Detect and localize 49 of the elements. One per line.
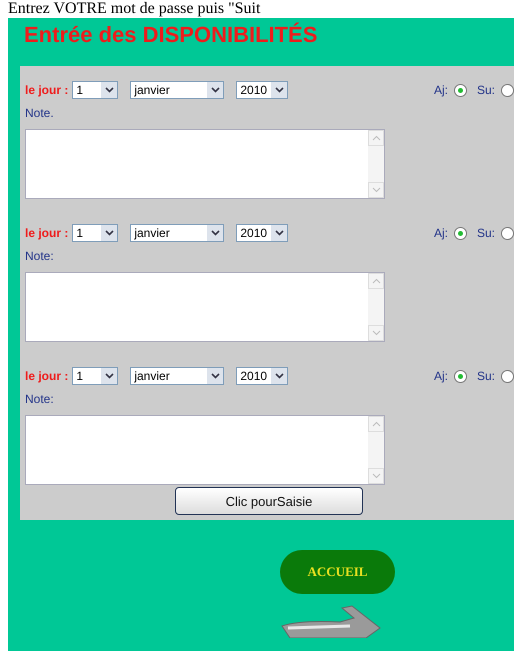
submit-button[interactable]: Clic pourSaisie: [175, 487, 363, 515]
caret-icon: [210, 230, 220, 236]
note-field[interactable]: [25, 272, 385, 342]
field-label: le jour :: [25, 83, 68, 97]
radio-label: Aj:: [434, 369, 448, 383]
radio-label: Aj:: [434, 83, 448, 97]
radio-button[interactable]: [501, 84, 514, 96]
radio-label: Su:: [476, 83, 495, 97]
form-title: Entrée des DISPONIBILITÉS: [23, 21, 318, 49]
radio-button[interactable]: [454, 84, 467, 96]
radio-label: Su:: [476, 369, 495, 383]
caret-icon: [104, 230, 114, 236]
caret-icon: [210, 87, 220, 93]
caret-icon: [104, 373, 114, 379]
dropdown[interactable]: 2010: [236, 224, 288, 242]
dropdown[interactable]: 1: [72, 81, 118, 99]
caret-icon: [274, 373, 284, 379]
dropdown[interactable]: 1: [72, 224, 118, 242]
radio-label: Aj:: [434, 226, 448, 240]
scroll-down-icon[interactable]: [372, 330, 380, 336]
radio-button[interactable]: [501, 370, 514, 382]
radio-button[interactable]: [454, 226, 467, 240]
caret-icon: [104, 87, 114, 93]
caret-icon: [274, 87, 284, 93]
scroll-down-icon[interactable]: [372, 473, 380, 479]
note-field[interactable]: [25, 415, 385, 485]
dropdown[interactable]: 2010: [236, 367, 288, 385]
field-label: Note:: [25, 249, 54, 263]
dropdown[interactable]: janvier: [130, 367, 224, 385]
dropdown[interactable]: janvier: [130, 81, 224, 99]
radio-button[interactable]: [501, 226, 514, 240]
field-label: Note:: [25, 392, 54, 406]
scroll-up-icon[interactable]: [372, 421, 380, 427]
note-field[interactable]: [25, 129, 385, 199]
home-button[interactable]: ACCUEIL: [280, 550, 395, 594]
dropdown[interactable]: 2010: [236, 81, 288, 99]
field-label: le jour :: [25, 369, 68, 383]
dropdown[interactable]: 1: [72, 367, 118, 385]
scroll-up-icon[interactable]: [372, 278, 380, 284]
field-label: le jour :: [25, 226, 68, 240]
caret-icon: [210, 373, 220, 379]
page-heading: Entrez VOTRE mot de passe puis "Suit: [7, 0, 260, 18]
scroll-down-icon[interactable]: [372, 187, 380, 193]
radio-label: Su:: [476, 226, 495, 240]
caret-icon: [274, 230, 284, 236]
scroll-up-icon[interactable]: [372, 135, 380, 141]
radio-button[interactable]: [454, 370, 467, 382]
dropdown[interactable]: janvier: [130, 224, 224, 242]
field-label: Note.: [25, 106, 54, 120]
